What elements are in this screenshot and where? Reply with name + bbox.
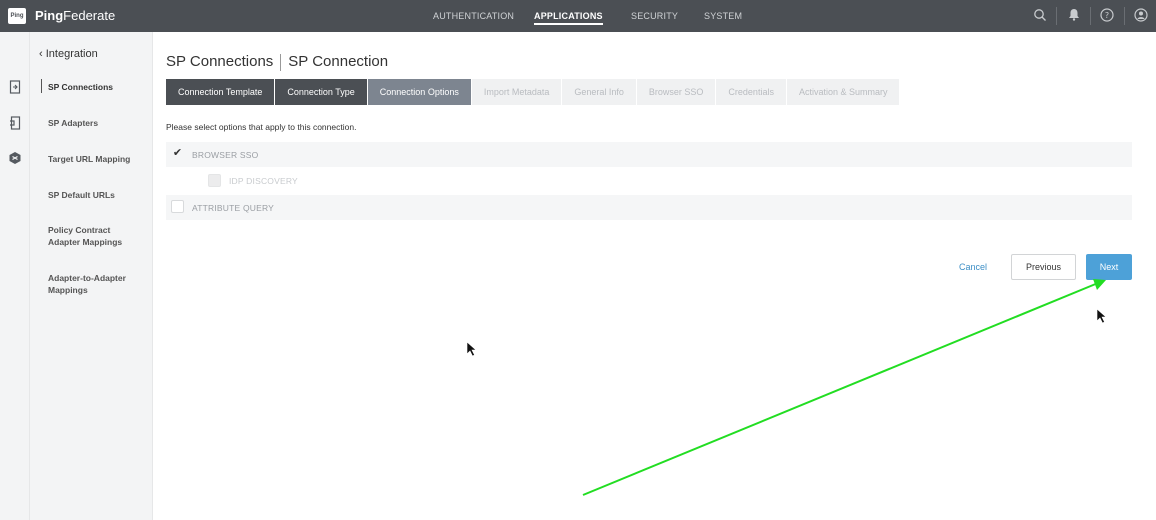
ping-logo: Ping: [8, 8, 26, 24]
mapping-icon[interactable]: [7, 151, 23, 167]
sidenav-item-sp-adapters[interactable]: SP Adapters: [48, 117, 148, 129]
svg-text:?: ?: [1105, 11, 1109, 20]
nav-system[interactable]: SYSTEM: [704, 11, 742, 21]
sidenav-item-policy-contract-adapter-mappings[interactable]: Policy Contract Adapter Mappings: [48, 224, 128, 248]
brand-name: PingFederate: [35, 8, 116, 23]
step-import-metadata: Import Metadata: [471, 79, 562, 105]
wizard-steps: Connection Template Connection Type Conn…: [166, 79, 900, 105]
step-general-info: General Info: [562, 79, 636, 105]
divider: [1056, 7, 1057, 25]
options-prompt: Please select options that apply to this…: [166, 122, 357, 132]
divider: [1090, 7, 1091, 25]
step-connection-type[interactable]: Connection Type: [275, 79, 367, 105]
connections-icon[interactable]: [7, 80, 23, 96]
cancel-button[interactable]: Cancel: [950, 258, 996, 276]
icon-rail: [0, 32, 30, 520]
sidenav-item-adapter-to-adapter-mappings[interactable]: Adapter-to-Adapter Mappings: [48, 272, 138, 296]
side-navigation: ‹ Integration SP Connections SP Adapters…: [30, 32, 153, 520]
browser-sso-row: ✔ BROWSER SSO: [166, 142, 1132, 167]
browser-sso-checkbox[interactable]: ✔: [171, 147, 184, 160]
top-navigation-bar: Ping PingFederate AUTHENTICATION APPLICA…: [0, 0, 1156, 32]
idp-discovery-checkbox: [208, 174, 221, 187]
step-connection-template[interactable]: Connection Template: [166, 79, 275, 105]
attribute-query-checkbox[interactable]: [171, 200, 184, 213]
step-connection-options[interactable]: Connection Options: [367, 79, 471, 105]
bell-icon[interactable]: [1066, 8, 1082, 24]
cursor-arrow-icon: [1096, 308, 1107, 324]
cursor-arrow-icon: [466, 341, 477, 357]
sidenav-item-sp-default-urls[interactable]: SP Default URLs: [48, 189, 148, 201]
sidenav-item-sp-connections[interactable]: SP Connections: [48, 81, 148, 93]
attribute-query-row: ATTRIBUTE QUERY: [166, 195, 1132, 220]
attribute-query-label: ATTRIBUTE QUERY: [192, 203, 275, 213]
nav-applications[interactable]: APPLICATIONS: [534, 11, 603, 25]
page-title: SP Connections SP Connection: [166, 53, 388, 71]
help-icon[interactable]: ?: [1099, 8, 1115, 24]
nav-authentication[interactable]: AUTHENTICATION: [433, 11, 514, 21]
nav-security[interactable]: SECURITY: [631, 11, 678, 21]
previous-button[interactable]: Previous: [1011, 254, 1076, 280]
sidenav-item-target-url-mapping[interactable]: Target URL Mapping: [48, 153, 148, 165]
next-button[interactable]: Next: [1086, 254, 1132, 280]
active-indicator: [41, 79, 42, 93]
step-browser-sso: Browser SSO: [636, 79, 716, 105]
search-icon[interactable]: [1032, 8, 1048, 24]
green-annotation-arrow: [582, 279, 1106, 496]
back-to-integration-link[interactable]: ‹ Integration: [39, 48, 98, 60]
adapters-icon[interactable]: [7, 116, 23, 132]
browser-sso-label: BROWSER SSO: [192, 150, 259, 160]
breadcrumb-sp-connection: SP Connection: [288, 53, 389, 70]
step-credentials: Credentials: [716, 79, 786, 105]
step-activation-summary: Activation & Summary: [786, 79, 900, 105]
idp-discovery-label: IDP DISCOVERY: [229, 176, 298, 186]
divider: [1124, 7, 1125, 25]
breadcrumb-sp-connections[interactable]: SP Connections: [166, 53, 273, 70]
user-icon[interactable]: [1133, 8, 1149, 24]
